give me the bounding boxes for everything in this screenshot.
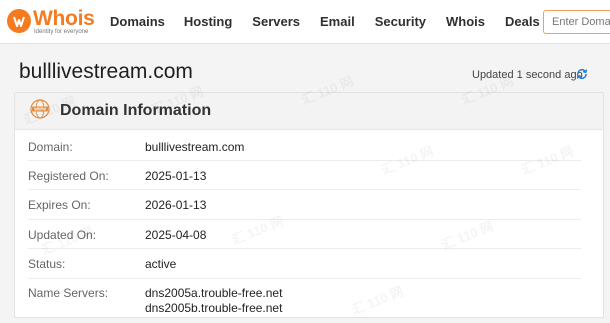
card-title: Domain Information: [60, 102, 212, 119]
info-label: Domain:: [28, 140, 73, 154]
info-label: Status:: [28, 257, 66, 271]
refresh-icon[interactable]: [576, 68, 588, 80]
nav-whois[interactable]: Whois: [446, 14, 485, 30]
info-row-registered-on: Registered On: 2025-01-13: [28, 161, 581, 190]
updated-timestamp: Updated 1 second ago: [472, 69, 583, 81]
top-navigation-bar: Whois Identity for everyone Domains Host…: [0, 0, 610, 44]
nav-email[interactable]: Email: [320, 14, 355, 30]
page-title: bulllivestream.com: [19, 60, 193, 83]
info-value: 2025-01-13: [145, 169, 207, 183]
info-value: bulllivestream.com: [145, 140, 245, 154]
main-nav: Domains Hosting Servers Email Security W…: [110, 14, 560, 30]
info-label: Name Servers:: [28, 286, 109, 300]
logo-tagline: Identity for everyone: [34, 29, 89, 35]
logo-mark-icon: [7, 9, 31, 33]
nav-servers[interactable]: Servers: [252, 14, 300, 30]
whois-logo[interactable]: Whois Identity for everyone: [6, 6, 96, 38]
info-row-domain: Domain: bulllivestream.com: [28, 131, 581, 161]
svg-text:WWW: WWW: [34, 107, 46, 112]
info-value: 2025-04-08: [145, 228, 207, 242]
www-globe-icon: WWW: [30, 99, 50, 119]
nav-hosting[interactable]: Hosting: [184, 14, 232, 30]
info-label: Updated On:: [28, 228, 97, 242]
nav-security[interactable]: Security: [375, 14, 426, 30]
name-server-2: dns2005b.trouble-free.net: [145, 301, 283, 315]
domain-information-card: WWW Domain Information Domain: bulllives…: [14, 92, 604, 318]
card-header: WWW Domain Information: [15, 93, 603, 130]
nav-domains[interactable]: Domains: [110, 14, 165, 30]
logo-wordmark: Whois: [33, 7, 95, 30]
info-row-status: Status: active: [28, 249, 581, 279]
info-value: 2026-01-13: [145, 198, 207, 212]
domain-search-input[interactable]: Enter Domain: [543, 10, 610, 34]
info-label: Registered On:: [28, 169, 109, 183]
info-value: active: [145, 257, 177, 271]
info-row-updated-on: Updated On: 2025-04-08: [28, 220, 581, 249]
info-row-name-servers: Name Servers: dns2005a.trouble-free.net …: [28, 279, 581, 317]
info-row-expires-on: Expires On: 2026-01-13: [28, 190, 581, 220]
info-label: Expires On:: [28, 198, 91, 212]
nav-deals[interactable]: Deals: [505, 14, 540, 30]
name-server-1: dns2005a.trouble-free.net: [145, 286, 283, 300]
